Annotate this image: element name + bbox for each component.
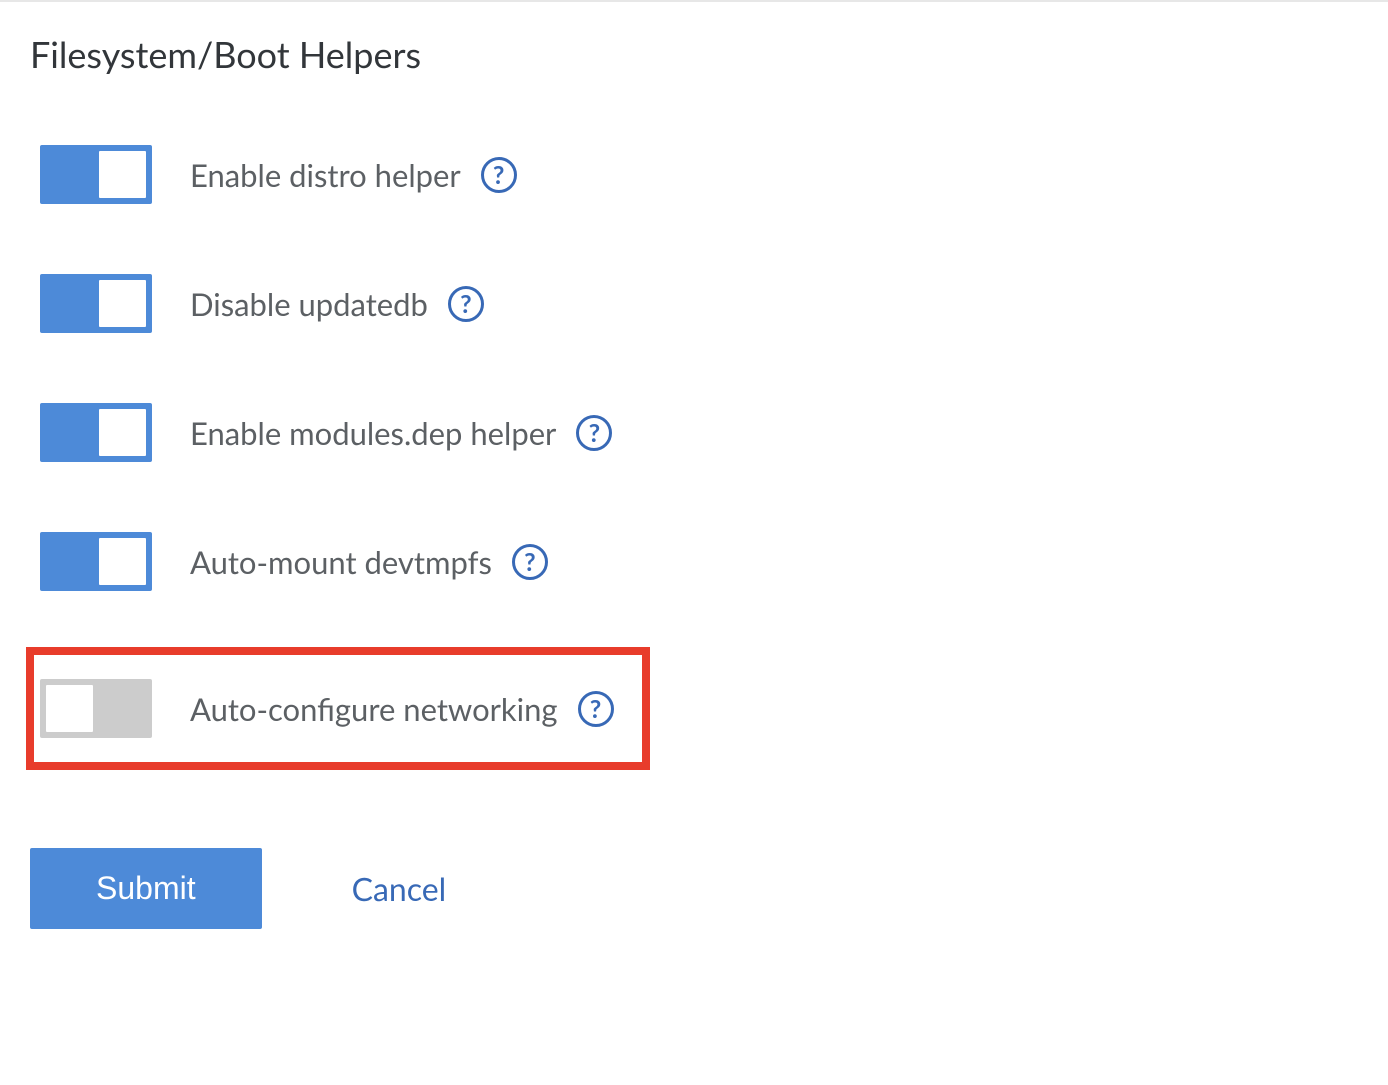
- option-label: Auto-configure networking: [190, 690, 558, 728]
- option-row-modules-dep-helper: Enable modules.dep helper ?: [30, 389, 622, 476]
- toggle-auto-configure-networking[interactable]: [40, 679, 152, 738]
- toggle-knob: [99, 538, 146, 585]
- help-icon[interactable]: ?: [481, 157, 517, 193]
- help-icon[interactable]: ?: [448, 286, 484, 322]
- toggle-knob: [99, 280, 146, 327]
- option-label: Disable updatedb: [190, 285, 428, 323]
- option-label: Auto-mount devtmpfs: [190, 543, 492, 581]
- toggle-modules-dep-helper[interactable]: [40, 403, 152, 462]
- option-label: Enable distro helper: [190, 156, 461, 194]
- help-icon[interactable]: ?: [512, 544, 548, 580]
- form-actions: Submit Cancel: [30, 848, 1358, 929]
- option-row-distro-helper: Enable distro helper ?: [30, 131, 527, 218]
- option-row-auto-mount-devtmpfs: Auto-mount devtmpfs ?: [30, 518, 558, 605]
- toggle-knob: [46, 685, 93, 732]
- cancel-link[interactable]: Cancel: [352, 869, 447, 908]
- option-row-auto-configure-networking: Auto-configure networking ?: [26, 647, 650, 770]
- toggle-knob: [99, 409, 146, 456]
- section-title: Filesystem/Boot Helpers: [30, 32, 1358, 76]
- option-label: Enable modules.dep helper: [190, 414, 556, 452]
- option-row-disable-updatedb: Disable updatedb ?: [30, 260, 494, 347]
- toggle-distro-helper[interactable]: [40, 145, 152, 204]
- toggle-knob: [99, 151, 146, 198]
- help-icon[interactable]: ?: [576, 415, 612, 451]
- toggle-auto-mount-devtmpfs[interactable]: [40, 532, 152, 591]
- help-icon[interactable]: ?: [578, 691, 614, 727]
- toggle-disable-updatedb[interactable]: [40, 274, 152, 333]
- submit-button[interactable]: Submit: [30, 848, 262, 929]
